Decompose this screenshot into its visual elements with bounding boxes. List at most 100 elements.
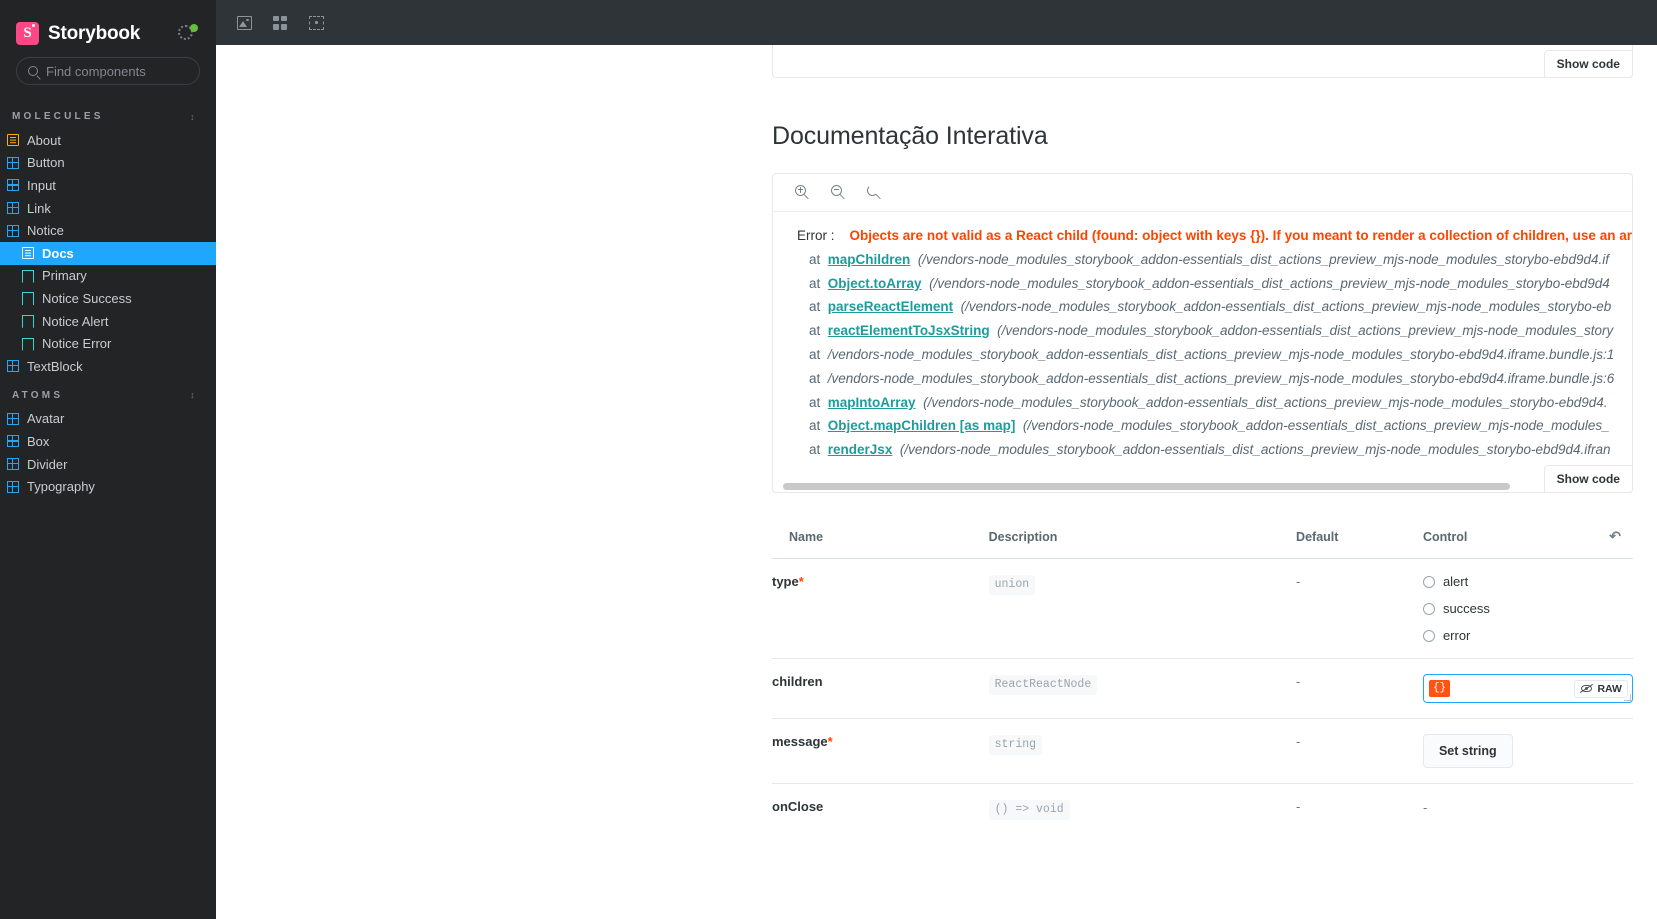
set-string-button[interactable]: Set string [1422, 734, 1513, 768]
zoom-out-icon[interactable] [831, 184, 847, 201]
prop-name: type [772, 574, 799, 589]
stack-line: at Object.mapChildren [as map] (/vendors… [773, 414, 1632, 438]
chevron-expand-icon[interactable]: ↕ [190, 112, 198, 121]
chevron-expand-icon[interactable]: ↕ [190, 391, 198, 400]
radio-option-error[interactable]: error [1422, 628, 1633, 643]
stack-function-link[interactable]: mapIntoArray [828, 395, 916, 410]
docs-page-icon [7, 134, 19, 147]
controls-table-body: type* union - alert success error children Reac… [772, 558, 1633, 836]
sidebar-item-link[interactable]: Link [0, 197, 216, 220]
component-icon [7, 202, 19, 215]
storybook-logo-icon: S [16, 22, 39, 45]
sidebar-item-button[interactable]: Button [0, 152, 216, 175]
object-control-input[interactable]: {} RAW [1422, 674, 1633, 703]
go-full-screen-button[interactable] [230, 9, 258, 37]
sidebar-item-about[interactable]: About [0, 129, 216, 152]
radio-button-icon[interactable] [1422, 602, 1435, 615]
sidebar-group-molecules[interactable]: MOLECULES ↕ [0, 99, 216, 129]
stack-at: at [809, 251, 821, 267]
sidebar-item-docs[interactable]: Docs [0, 241, 216, 265]
required-asterisk: * [827, 734, 833, 749]
stack-at: at [809, 394, 821, 410]
sidebar-item-label: Avatar [27, 411, 65, 427]
controls-table: Name Description Default Control ↶ type *… [772, 529, 1633, 835]
brand[interactable]: S Storybook [16, 22, 140, 45]
resize-handle[interactable] [1623, 694, 1631, 701]
sidebar-item-notice-error[interactable]: Notice Error [0, 332, 216, 355]
stack-path: (/vendors-node_modules_storybook_addon-e… [1022, 418, 1610, 434]
preview-zoom-toolbar [773, 174, 1632, 212]
stack-line: at mapChildren (/vendors-node_modules_st… [773, 248, 1632, 272]
stack-at: at [809, 346, 821, 362]
no-control-placeholder: - [1422, 800, 1428, 815]
horizontal-scrollbar[interactable] [783, 483, 1510, 490]
stack-line: at Object.toArray (/vendors-node_modules… [773, 272, 1632, 296]
prop-control-cell: alert success error [1422, 559, 1633, 659]
sidebar-item-label: Divider [27, 456, 68, 472]
sidebar-item-label: Button [27, 155, 65, 171]
sidebar-item-notice[interactable]: Notice [0, 219, 216, 242]
component-icon [7, 224, 19, 237]
radio-button-icon[interactable] [1422, 575, 1435, 588]
table-header-row: Name Description Default Control ↶ [772, 529, 1633, 559]
sidebar-item-textblock[interactable]: TextBlock [0, 355, 216, 378]
stack-path: /vendors-node_modules_storybook_addon-es… [827, 346, 1615, 362]
radio-option-alert[interactable]: alert [1422, 574, 1633, 589]
sidebar-item-divider[interactable]: Divider [0, 453, 216, 476]
sidebar-item-box[interactable]: Box [0, 430, 216, 453]
sidebar-item-label: Input [27, 177, 56, 193]
show-code-button[interactable]: Show code [1543, 465, 1633, 493]
previous-preview-block: Show code [772, 45, 1633, 78]
sidebar-item-typography[interactable]: Typography [0, 475, 216, 498]
search-input[interactable] [46, 63, 222, 79]
story-icon [22, 269, 34, 282]
reset-controls-icon[interactable]: ↶ [1609, 529, 1621, 543]
sidebar-item-notice-alert[interactable]: Notice Alert [0, 310, 216, 333]
sidebar-tree: MOLECULES ↕ About Button Input Link Notice Docs… [0, 99, 216, 498]
gear-icon[interactable] [178, 23, 198, 44]
sidebar-group-atoms[interactable]: ATOMS ↕ [0, 378, 216, 408]
measure-outline-button[interactable] [302, 9, 330, 37]
table-row: children ReactReactNode - {} RAW [772, 658, 1633, 719]
raw-toggle-button[interactable]: RAW [1574, 679, 1628, 698]
stack-function-link[interactable]: mapChildren [828, 252, 911, 267]
stack-function-link[interactable]: Object.mapChildren [as map] [828, 418, 1016, 433]
stack-path: (/vendors-node_modules_storybook_addon-e… [917, 251, 1609, 267]
prop-control-cell: {} RAW [1422, 659, 1633, 719]
sidebar-item-notice-success[interactable]: Notice Success [0, 287, 216, 310]
docs-content: Show code Documentação Interativa Error … [216, 45, 1657, 835]
stack-at: at [809, 370, 821, 386]
radio-button-icon[interactable] [1422, 629, 1435, 642]
show-code-button-top[interactable]: Show code [1543, 50, 1633, 78]
stack-function-link[interactable]: parseReactElement [828, 299, 953, 314]
stack-line: at mapIntoArray (/vendors-node_modules_s… [773, 391, 1632, 415]
radio-label: alert [1442, 574, 1469, 589]
prop-description-cell: string [988, 719, 1296, 784]
zoom-in-icon[interactable] [795, 184, 811, 201]
radio-option-success[interactable]: success [1422, 601, 1633, 616]
sidebar-item-label: Notice [27, 223, 64, 239]
docs-canvas[interactable]: Show code Documentação Interativa Error … [216, 45, 1657, 919]
change-background-button[interactable] [266, 9, 294, 37]
stack-path: (/vendors-node_modules_storybook_addon-e… [899, 442, 1611, 458]
stack-at: at [809, 299, 821, 315]
sidebar-item-primary[interactable]: Primary [0, 265, 216, 288]
component-icon [7, 156, 19, 169]
main-area: Show code Documentação Interativa Error … [216, 0, 1657, 919]
stack-at: at [809, 323, 821, 339]
prop-default-cell: - [1296, 574, 1301, 589]
stack-function-link[interactable]: Object.toArray [828, 276, 922, 291]
sidebar-header: S Storybook [0, 0, 216, 57]
prop-type-chip: string [988, 735, 1043, 755]
zoom-reset-icon[interactable] [867, 184, 883, 201]
stack-at: at [809, 442, 821, 458]
stack-function-link[interactable]: reactElementToJsxString [828, 323, 990, 338]
component-icon [7, 179, 19, 192]
prop-name: message [772, 734, 828, 749]
sidebar-item-input[interactable]: Input [0, 174, 216, 197]
component-icon [7, 480, 19, 493]
stack-function-link[interactable]: renderJsx [828, 442, 893, 457]
search-area: / [0, 57, 245, 99]
search-box[interactable]: / [16, 57, 245, 85]
sidebar-item-avatar[interactable]: Avatar [0, 408, 216, 431]
